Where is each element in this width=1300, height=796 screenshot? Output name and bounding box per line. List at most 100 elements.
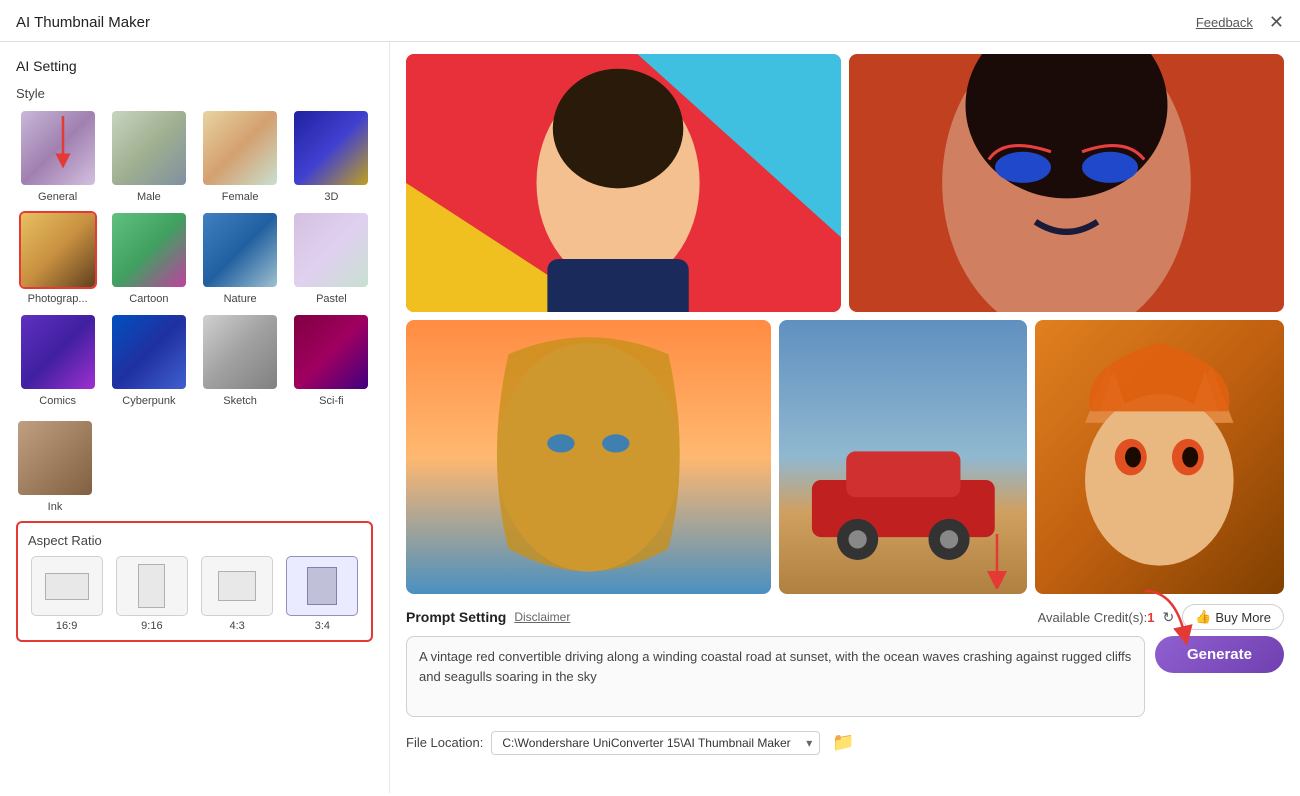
aspect-thumb-9-16 [116,556,188,616]
style-name-comics: Comics [39,395,76,407]
style-name-male: Male [137,191,161,203]
style-item-scifi[interactable]: Sci-fi [290,313,373,407]
prompt-textarea[interactable] [419,647,1132,706]
aspect-label-4-3: 4:3 [229,620,244,632]
style-thumb-general [19,109,97,187]
style-thumb-inner-cartoon [112,213,186,287]
aspect-item-9-16[interactable]: 9:16 [113,556,190,632]
style-name-cyberpunk: Cyberpunk [122,395,175,407]
aspect-ratio-label: Aspect Ratio [28,533,361,548]
buy-more-label: Buy More [1215,610,1271,625]
aspect-item-4-3[interactable]: 4:3 [199,556,276,632]
thumbnail-row2 [406,320,1284,594]
aspect-inner-16-9 [45,573,89,600]
style-thumb-inner-nature [203,213,277,287]
style-thumb-3d [292,109,370,187]
header-right: Feedback ✕ [1196,12,1284,33]
folder-icon[interactable]: 📁 [832,732,854,753]
generate-area: Generate [1155,636,1284,673]
style-name-general: General [38,191,77,203]
file-location-label: File Location: [406,735,483,750]
style-thumb-inner-photo [21,213,95,287]
aspect-ratio-grid: 16:9 9:16 4:3 [28,556,361,632]
aspect-label-3-4: 3:4 [315,620,330,632]
aspect-ratio-section: Aspect Ratio 16:9 9:16 [16,521,373,642]
thumbnail-red-car[interactable] [779,320,1028,594]
bottom-bar: File Location: C:\Wondershare UniConvert… [406,731,1284,755]
aspect-item-16-9[interactable]: 16:9 [28,556,105,632]
prompt-section[interactable] [406,636,1145,717]
style-thumb-inner-scifi [294,315,368,389]
style-thumb-male [110,109,188,187]
thumbnail-blonde-girl[interactable] [406,320,771,594]
app-header: AI Thumbnail Maker Feedback ✕ [0,0,1300,42]
left-panel: AI Setting Style General [0,42,390,793]
style-thumb-inner-male [112,111,186,185]
style-item-male[interactable]: Male [107,109,190,203]
style-name-sketch: Sketch [223,395,257,407]
style-thumb-cyberpunk [110,313,188,391]
aspect-thumb-3-4 [286,556,358,616]
style-thumb-inner-female [203,111,277,185]
thumbnail-makeup-woman[interactable] [849,54,1284,312]
thumbnail-anime-fox[interactable] [1035,320,1284,594]
aspect-inner-4-3 [218,571,256,601]
close-button[interactable]: ✕ [1269,12,1284,33]
style-item-3d[interactable]: 3D [290,109,373,203]
arrow-general-icon [33,111,93,171]
style-thumb-ink [16,419,94,497]
app-title: AI Thumbnail Maker [16,14,150,31]
style-thumb-inner-ink [18,421,92,495]
arrow-car-icon [977,529,1017,589]
aspect-item-3-4[interactable]: 3:4 [284,556,361,632]
style-grid: General Male Female 3D [16,109,373,407]
style-item-comics[interactable]: Comics [16,313,99,407]
style-thumb-inner-pastel [294,213,368,287]
file-path-wrapper: C:\Wondershare UniConverter 15\AI Thumbn… [491,731,820,755]
style-item-sketch[interactable]: Sketch [199,313,282,407]
feedback-link[interactable]: Feedback [1196,15,1253,30]
aspect-label-16-9: 16:9 [56,620,77,632]
main-layout: AI Setting Style General [0,42,1300,793]
aspect-inner-9-16 [138,564,165,608]
style-item-cartoon[interactable]: Cartoon [107,211,190,305]
style-thumb-inner-comics [21,315,95,389]
style-thumb-pastel [292,211,370,289]
style-name-cartoon: Cartoon [129,293,168,305]
aspect-label-9-16: 9:16 [141,620,162,632]
style-item-cyberpunk[interactable]: Cyberpunk [107,313,190,407]
style-name-nature: Nature [224,293,257,305]
style-thumb-inner-3d [294,111,368,185]
style-item-pastel[interactable]: Pastel [290,211,373,305]
style-name-pastel: Pastel [316,293,347,305]
right-panel: Prompt Setting Disclaimer Available Cred… [390,42,1300,793]
style-name-scifi: Sci-fi [319,395,343,407]
prompt-setting-title: Prompt Setting [406,609,506,625]
style-item-general[interactable]: General [16,109,99,203]
style-thumb-inner-cyberpunk [112,315,186,389]
style-thumb-female [201,109,279,187]
thumbnail-young-man[interactable] [406,54,841,312]
style-item-photo[interactable]: Photograp... [16,211,99,305]
style-thumb-inner-sketch [203,315,277,389]
style-thumb-sketch [201,313,279,391]
prompt-header-left: Prompt Setting Disclaimer [406,609,570,625]
style-name-photo: Photograp... [28,293,88,305]
aspect-thumb-4-3 [201,556,273,616]
style-thumb-cartoon [110,211,188,289]
style-item-female[interactable]: Female [199,109,282,203]
style-label: Style [16,86,373,101]
style-name-3d: 3D [324,191,338,203]
style-item-nature[interactable]: Nature [199,211,282,305]
aspect-thumb-16-9 [31,556,103,616]
disclaimer-link[interactable]: Disclaimer [514,610,570,624]
style-thumb-nature [201,211,279,289]
ai-setting-title: AI Setting [16,58,373,74]
file-path-select[interactable]: C:\Wondershare UniConverter 15\AI Thumbn… [491,731,820,755]
style-name-female: Female [222,191,259,203]
thumbnail-grid [406,54,1284,594]
style-thumb-scifi [292,313,370,391]
aspect-inner-3-4 [307,567,337,605]
style-item-ink[interactable]: Ink [16,419,94,513]
style-thumb-comics [19,313,97,391]
